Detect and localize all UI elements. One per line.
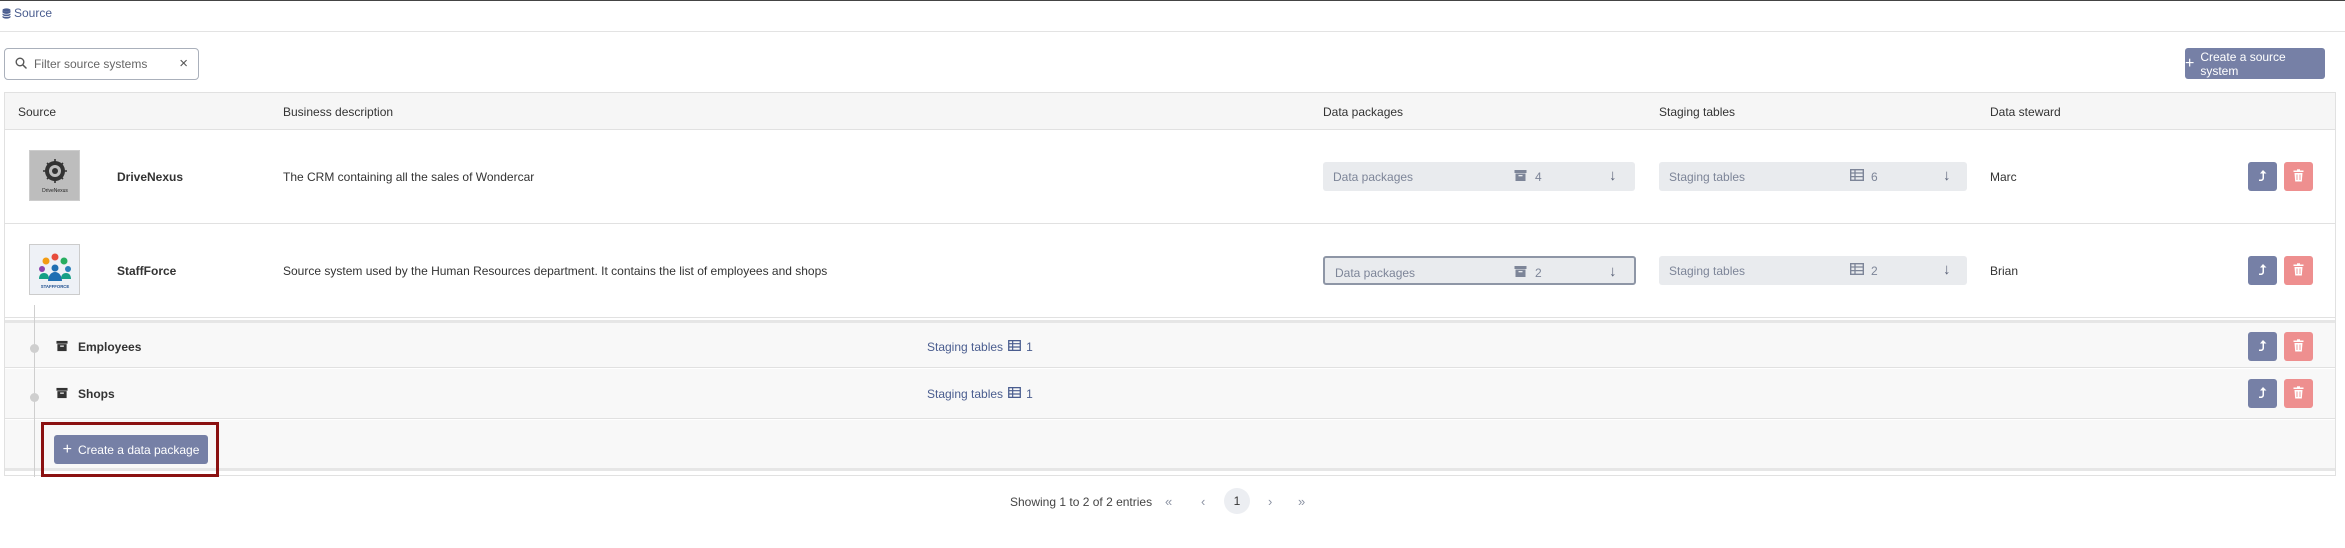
- archive-icon: [56, 387, 68, 402]
- package-staging-link[interactable]: Staging tables 1: [927, 386, 1033, 401]
- create-data-package-label: Create a data package: [77, 442, 200, 457]
- archive-icon: [1514, 265, 1527, 281]
- data-packages-count: 4: [1535, 170, 1542, 184]
- list-item: Shops Staging tables 1: [5, 369, 2335, 419]
- export-button[interactable]: [2248, 332, 2277, 361]
- package-name[interactable]: Shops: [78, 387, 115, 401]
- data-steward: Marc: [1990, 170, 2017, 184]
- data-steward: Brian: [1990, 264, 2019, 278]
- create-source-system-label: Create a source system: [2200, 49, 2286, 78]
- header-description[interactable]: Business description: [283, 105, 393, 119]
- arrow-down-icon: ↓: [1609, 167, 1617, 184]
- search-box: ×: [4, 48, 199, 80]
- tree-node-dot: [30, 393, 39, 402]
- source-name[interactable]: DriveNexus: [117, 170, 183, 184]
- create-source-system-button[interactable]: + Create a source system: [2185, 48, 2325, 79]
- package-staging-link[interactable]: Staging tables 1: [927, 339, 1033, 354]
- data-packages-toggle[interactable]: Data packages 4 ↓: [1323, 162, 1635, 191]
- arrow-down-icon: ↓: [1943, 261, 1951, 278]
- logo-text: STAFFFORCE: [40, 284, 69, 289]
- create-data-package-button[interactable]: + Create a data package: [54, 435, 208, 464]
- table-icon: [1849, 262, 1865, 278]
- staging-tables-count: 6: [1871, 170, 1878, 184]
- source-systems-table: Source Business description Data package…: [4, 92, 2336, 477]
- first-page-icon[interactable]: «: [1165, 494, 1172, 509]
- source-name[interactable]: StaffForce: [117, 264, 176, 278]
- page-number-current[interactable]: 1: [1224, 488, 1250, 514]
- source-logo: DriveNexus: [29, 150, 80, 201]
- package-staging-label: Staging tables: [927, 340, 1004, 354]
- delete-button[interactable]: [2284, 332, 2313, 361]
- trash-icon: [2293, 262, 2304, 279]
- export-button[interactable]: [2248, 162, 2277, 191]
- data-packages-count: 2: [1535, 266, 1542, 280]
- table-icon: [1849, 168, 1865, 184]
- pagination-summary: Showing 1 to 2 of 2 entries: [1010, 495, 1153, 509]
- next-page-icon[interactable]: ›: [1268, 494, 1272, 509]
- data-packages-toggle[interactable]: Data packages 2 ↓: [1323, 256, 1636, 285]
- logo-text: DriveNexus: [42, 188, 68, 194]
- top-bar: Source: [0, 0, 2345, 32]
- source-logo: STAFFFORCE: [29, 244, 80, 295]
- staging-tables-label: Staging tables: [1669, 264, 1746, 278]
- header-source[interactable]: Source: [18, 105, 56, 119]
- table-icon: [1008, 339, 1021, 354]
- data-packages-label: Data packages: [1335, 266, 1416, 280]
- export-icon: [2257, 169, 2268, 185]
- header-packages[interactable]: Data packages: [1323, 105, 1403, 119]
- package-staging-count: 1: [1026, 340, 1033, 354]
- staging-tables-toggle[interactable]: Staging tables 6 ↓: [1659, 162, 1967, 191]
- export-icon: [2257, 263, 2268, 279]
- prev-page-icon[interactable]: ‹: [1201, 494, 1205, 509]
- arrow-down-icon: ↓: [1609, 263, 1617, 280]
- archive-icon: [56, 340, 68, 355]
- arrow-down-icon: ↓: [1943, 167, 1951, 184]
- breadcrumb-label: Source: [14, 6, 53, 20]
- breadcrumb[interactable]: Source: [2, 6, 52, 20]
- highlight-box: + Create a data package: [41, 422, 219, 477]
- source-description: Source system used by the Human Resource…: [283, 264, 828, 278]
- header-steward[interactable]: Data steward: [1990, 105, 2061, 119]
- list-item: Employees Staging tables 1: [5, 320, 2335, 368]
- data-packages-label: Data packages: [1333, 170, 1414, 184]
- staging-tables-toggle[interactable]: Staging tables 2 ↓: [1659, 256, 1967, 285]
- table-row: STAFFFORCE StaffForce Source system used…: [5, 224, 2335, 318]
- table-row: DriveNexus DriveNexus The CRM containing…: [5, 130, 2335, 224]
- delete-button[interactable]: [2284, 379, 2313, 408]
- plus-icon: +: [2185, 54, 2195, 72]
- delete-button[interactable]: [2284, 162, 2313, 191]
- staging-tables-label: Staging tables: [1669, 170, 1746, 184]
- trash-icon: [2293, 338, 2304, 355]
- search-input[interactable]: [34, 55, 174, 73]
- table-icon: [1008, 386, 1021, 401]
- create-package-row: [5, 420, 2335, 471]
- archive-icon: [1514, 169, 1527, 185]
- trash-icon: [2293, 385, 2304, 402]
- database-icon: [2, 7, 11, 19]
- header-staging[interactable]: Staging tables: [1659, 105, 1735, 119]
- package-staging-count: 1: [1026, 387, 1033, 401]
- trash-icon: [2293, 168, 2304, 185]
- package-name[interactable]: Employees: [78, 340, 141, 354]
- plus-icon: +: [62, 440, 72, 458]
- pagination: Showing 1 to 2 of 2 entries « ‹ 1 › »: [0, 488, 2345, 514]
- export-button[interactable]: [2248, 379, 2277, 408]
- clear-search-icon[interactable]: ×: [179, 56, 188, 72]
- package-staging-label: Staging tables: [927, 387, 1004, 401]
- export-icon: [2257, 386, 2268, 402]
- export-button[interactable]: [2248, 256, 2277, 285]
- staging-tables-count: 2: [1871, 264, 1878, 278]
- last-page-icon[interactable]: »: [1298, 494, 1305, 509]
- tree-connector: [34, 305, 35, 477]
- search-icon: [15, 57, 27, 72]
- export-icon: [2257, 339, 2268, 355]
- table-header: Source Business description Data package…: [5, 93, 2335, 130]
- delete-button[interactable]: [2284, 256, 2313, 285]
- source-description: The CRM containing all the sales of Wond…: [283, 170, 535, 184]
- tree-node-dot: [30, 344, 39, 353]
